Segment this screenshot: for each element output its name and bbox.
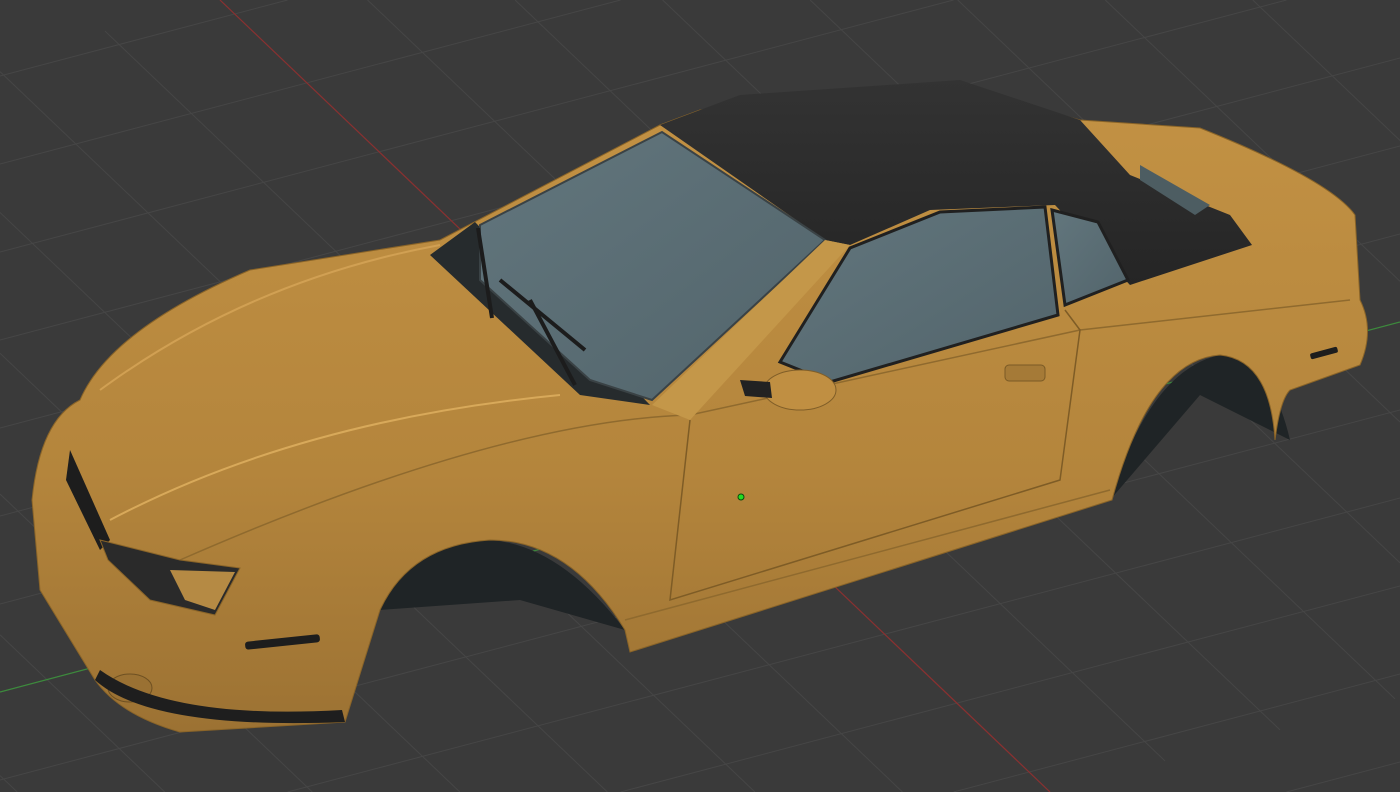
door-handle[interactable] <box>1004 364 1046 382</box>
side-mirror[interactable] <box>763 369 837 411</box>
car-model[interactable] <box>31 80 1368 733</box>
grid-line <box>0 0 288 77</box>
object-origin-marker[interactable] <box>737 493 745 501</box>
viewport-canvas[interactable] <box>0 0 1400 792</box>
grid-line <box>953 673 1400 792</box>
3d-viewport[interactable] <box>0 0 1400 792</box>
mirror-mount <box>740 380 772 398</box>
grid-line <box>0 0 621 165</box>
grid-line <box>1286 761 1400 792</box>
grid-line <box>1252 0 1400 141</box>
